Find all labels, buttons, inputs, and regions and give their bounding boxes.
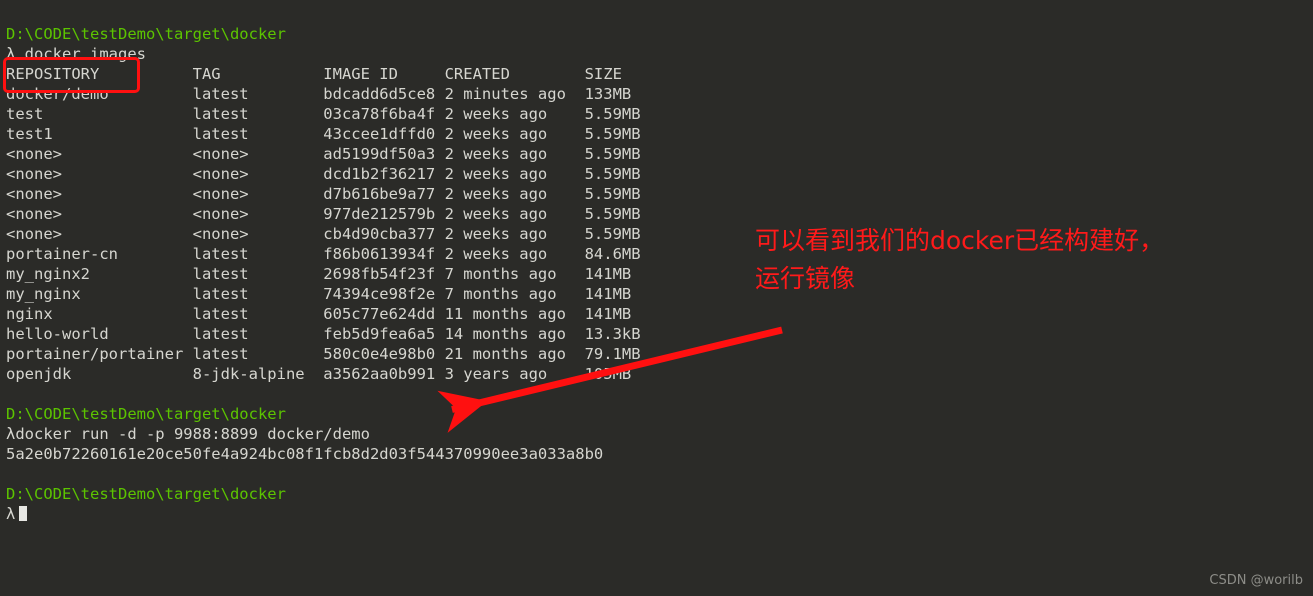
annotation-note-line1: 可以看到我们的docker已经构建好， — [755, 226, 1165, 255]
watermark: CSDN @worilb — [1209, 573, 1303, 588]
annotation-note-line2: 运行镜像 — [755, 264, 856, 293]
highlight-box-docker-demo — [3, 57, 140, 93]
annotation-note: 可以看到我们的docker已经构建好， 运行镜像 — [755, 222, 1164, 298]
terminal-window: D:\CODE\testDemo\target\docker λ docker … — [0, 0, 1313, 596]
